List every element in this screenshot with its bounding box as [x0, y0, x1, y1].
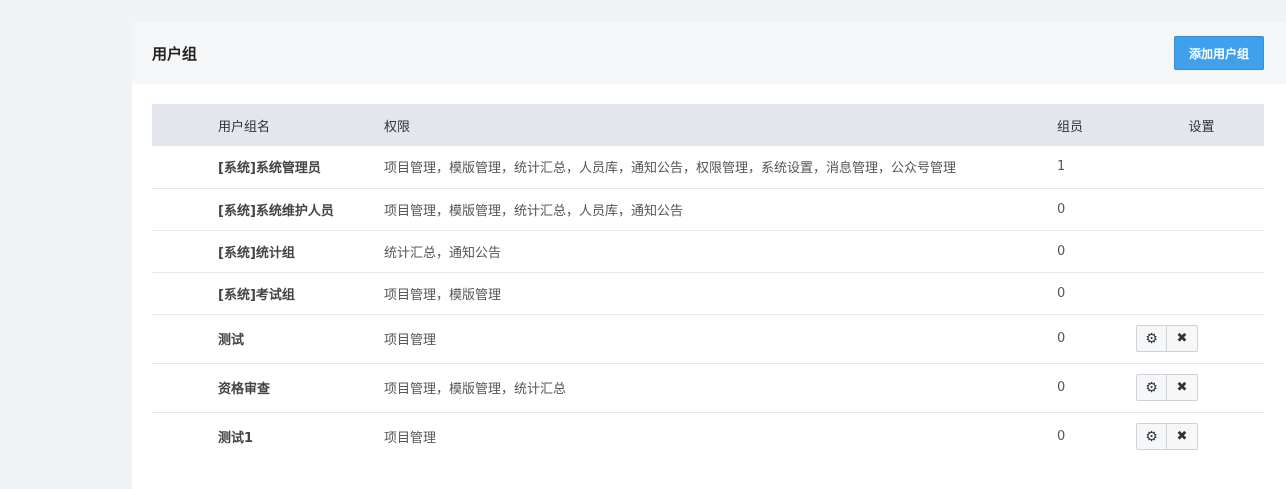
row-action-group: ⚙ ✖	[1136, 325, 1198, 352]
column-header-permissions: 权限	[384, 119, 411, 135]
group-member-count: 0	[1057, 285, 1066, 301]
row-spacer	[152, 188, 218, 230]
table-row: 测试 项目管理 0 ⚙ ✖	[152, 314, 1264, 363]
column-header-name: 用户组名	[218, 119, 271, 135]
user-group-table: 用户组名 权限 组员 设置 [系统]系统管理员 项目管理，模版管理，统计汇总，人员…	[152, 104, 1264, 461]
group-settings-cell	[1139, 146, 1264, 188]
group-settings-cell: ⚙ ✖	[1136, 314, 1264, 363]
table-row: [系统]考试组 项目管理，模版管理 0	[152, 272, 1264, 314]
group-permissions: 项目管理	[384, 333, 437, 348]
gears-icon: ⚙	[1145, 330, 1158, 347]
group-name: 测试	[218, 333, 245, 348]
group-settings-cell	[1139, 272, 1264, 314]
table-row: [系统]统计组 统计汇总，通知公告 0	[152, 230, 1264, 272]
group-permissions: 项目管理，模版管理	[384, 287, 502, 303]
group-delete-button[interactable]: ✖	[1167, 374, 1198, 401]
group-permissions: 项目管理	[384, 431, 437, 447]
table-row: [系统]系统管理员 项目管理，模版管理，统计汇总，人员库，通知公告，权限管理，系统…	[152, 146, 1264, 188]
group-name: [系统]系统维护人员	[218, 203, 334, 219]
group-member-count: 0	[1057, 201, 1066, 217]
table-row: [系统]系统维护人员 项目管理，模版管理，统计汇总，人员库，通知公告 0	[152, 188, 1264, 230]
user-group-panel: 用户组 添加用户组 用户组名 权限 组员 设置 [系统]系统管理员 项目管理，模版…	[132, 22, 1286, 489]
group-name: [系统]统计组	[218, 245, 295, 261]
row-spacer	[152, 146, 218, 188]
column-header-members: 组员	[1057, 119, 1084, 135]
group-member-count: 1	[1057, 159, 1066, 175]
table-body: [系统]系统管理员 项目管理，模版管理，统计汇总，人员库，通知公告，权限管理，系统…	[152, 146, 1264, 461]
row-spacer	[152, 412, 218, 461]
column-header-settings: 设置	[1188, 119, 1215, 135]
row-action-group: ⚙ ✖	[1136, 374, 1198, 401]
group-settings-button[interactable]: ⚙	[1136, 374, 1167, 401]
group-delete-button[interactable]: ✖	[1167, 423, 1198, 451]
group-member-count: 0	[1057, 243, 1066, 259]
column-spacer	[152, 104, 218, 146]
panel-header: 用户组 添加用户组	[132, 22, 1286, 84]
close-icon: ✖	[1176, 429, 1188, 445]
table-row: 测试1 项目管理 0 ⚙ ✖	[152, 412, 1264, 461]
group-permissions: 项目管理，模版管理，统计汇总	[384, 382, 567, 397]
group-delete-button[interactable]: ✖	[1167, 325, 1198, 352]
group-name: [系统]系统管理员	[218, 161, 321, 177]
gears-icon: ⚙	[1145, 379, 1158, 396]
group-permissions: 项目管理，模版管理，统计汇总，人员库，通知公告，权限管理，系统设置，消息管理，公…	[384, 161, 957, 177]
group-member-count: 0	[1057, 380, 1066, 395]
row-spacer	[152, 314, 218, 363]
group-settings-cell: ⚙ ✖	[1136, 363, 1264, 412]
table-row: 资格审查 项目管理，模版管理，统计汇总 0 ⚙ ✖	[152, 363, 1264, 412]
gears-icon: ⚙	[1145, 428, 1158, 445]
row-spacer	[152, 272, 218, 314]
group-settings-cell	[1139, 188, 1264, 230]
close-icon: ✖	[1176, 380, 1188, 395]
row-action-group: ⚙ ✖	[1136, 423, 1198, 451]
group-permissions: 项目管理，模版管理，统计汇总，人员库，通知公告	[384, 203, 684, 219]
group-member-count: 0	[1057, 429, 1066, 445]
table-header-row: 用户组名 权限 组员 设置	[152, 104, 1264, 146]
group-name: 资格审查	[218, 382, 271, 397]
group-name: 测试1	[218, 431, 254, 447]
group-settings-button[interactable]: ⚙	[1136, 325, 1167, 352]
close-icon: ✖	[1176, 331, 1188, 346]
group-permissions: 统计汇总，通知公告	[384, 245, 502, 261]
row-spacer	[152, 230, 218, 272]
group-member-count: 0	[1057, 331, 1066, 346]
add-user-group-button[interactable]: 添加用户组	[1173, 36, 1264, 70]
group-settings-button[interactable]: ⚙	[1136, 423, 1167, 451]
page-title: 用户组	[152, 44, 198, 63]
group-settings-cell: ⚙ ✖	[1136, 412, 1264, 461]
row-spacer	[152, 363, 218, 412]
group-settings-cell	[1139, 230, 1264, 272]
group-name: [系统]考试组	[218, 287, 295, 303]
user-group-table-wrap: 用户组名 权限 组员 设置 [系统]系统管理员 项目管理，模版管理，统计汇总，人员…	[152, 104, 1264, 461]
